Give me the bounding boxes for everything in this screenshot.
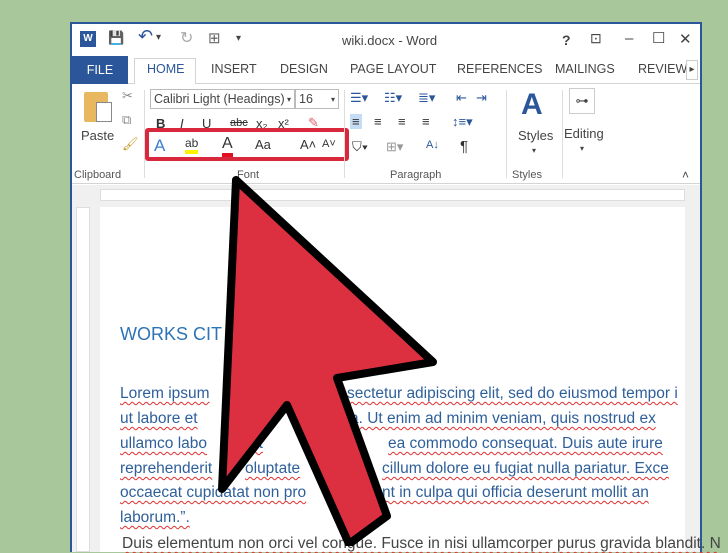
pointer-arrow-icon bbox=[218, 176, 437, 546]
